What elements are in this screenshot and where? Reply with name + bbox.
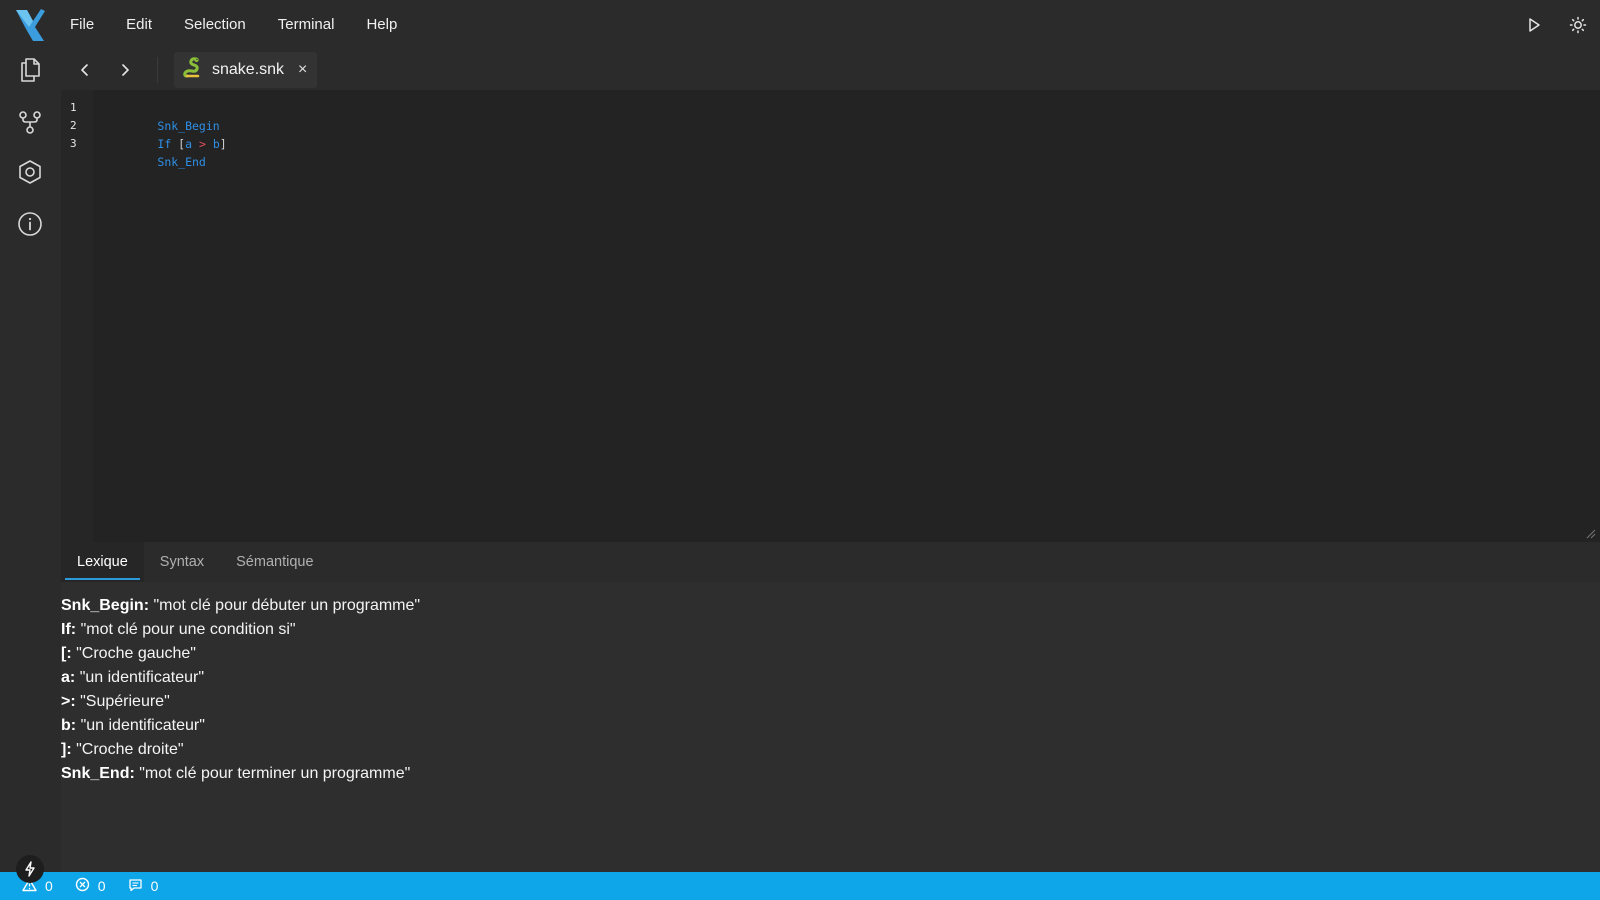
line-number: 1 xyxy=(70,101,77,114)
lexeme-description: "mot clé pour une condition si" xyxy=(80,621,296,638)
errors-count: 0 xyxy=(97,878,106,894)
top-actions xyxy=(1512,0,1600,50)
menu-edit[interactable]: Edit xyxy=(110,0,168,50)
tab-syntax[interactable]: Syntax xyxy=(144,542,220,582)
menu-terminal[interactable]: Terminal xyxy=(262,0,351,50)
lexeme-description: "mot clé pour débuter un programme" xyxy=(153,597,421,614)
lexeme-token: Snk_End: xyxy=(61,765,135,782)
menu-help[interactable]: Help xyxy=(350,0,413,50)
files-icon[interactable] xyxy=(0,50,60,90)
resize-handle[interactable] xyxy=(1584,526,1596,539)
errors-status[interactable]: 0 xyxy=(75,877,106,895)
token-keyword: If xyxy=(157,137,172,151)
tab-label: snake.snk xyxy=(212,61,285,78)
list-item: [: "Croche gauche" xyxy=(61,642,1600,666)
activity-bar xyxy=(0,50,60,872)
messages-status[interactable]: 0 xyxy=(128,878,159,895)
snake-icon xyxy=(182,56,204,84)
output-panel-tabs: Lexique Syntax Sémantique xyxy=(61,542,1600,582)
sun-icon[interactable] xyxy=(1556,0,1600,50)
list-item: a: "un identificateur" xyxy=(61,666,1600,690)
chevron-right-icon[interactable] xyxy=(105,50,145,90)
close-icon[interactable]: × xyxy=(298,61,307,79)
lexeme-description: "mot clé pour terminer un programme" xyxy=(139,765,411,782)
editor-tab-bar: snake.snk × xyxy=(61,50,1600,90)
info-icon[interactable] xyxy=(0,204,60,244)
token-identifier: a xyxy=(185,137,193,151)
token-identifier: b xyxy=(212,137,220,151)
lexeme-description: "Supérieure" xyxy=(80,693,170,710)
messages-count: 0 xyxy=(150,878,159,894)
lexeme-token: [: xyxy=(61,645,72,662)
git-branch-icon[interactable] xyxy=(0,102,60,142)
lexeme-description: "Croche droite" xyxy=(76,741,184,758)
bolt-icon[interactable] xyxy=(16,855,44,883)
token-operator: > xyxy=(192,137,213,151)
lexeme-token: ]: xyxy=(61,741,72,758)
tab-divider xyxy=(157,57,158,83)
play-icon[interactable] xyxy=(1512,0,1556,50)
token-keyword: Snk_End xyxy=(157,155,206,169)
menu-selection[interactable]: Selection xyxy=(168,0,262,50)
list-item: b: "un identificateur" xyxy=(61,714,1600,738)
menu-bar: File Edit Selection Terminal Help xyxy=(0,0,1600,50)
message-icon xyxy=(128,878,143,895)
list-item: Snk_Begin: "mot clé pour débuter un prog… xyxy=(61,594,1600,618)
lexeme-token: b: xyxy=(61,717,77,734)
token-bracket: [ xyxy=(171,137,186,151)
code-line: Snk_End xyxy=(102,135,1600,169)
code-line: If [a > b] xyxy=(102,117,1600,151)
brand-x-icon xyxy=(0,0,60,50)
list-item: ]: "Croche droite" xyxy=(61,738,1600,762)
error-icon xyxy=(75,877,90,895)
ide-window: File Edit Selection Terminal Help snake.… xyxy=(0,0,1600,900)
warnings-count: 0 xyxy=(45,878,53,894)
lexeme-token: a: xyxy=(61,669,76,686)
tab-snake-snk[interactable]: snake.snk × xyxy=(174,52,318,88)
menu-file[interactable]: File xyxy=(60,0,110,50)
code-area[interactable]: Snk_Begin If [a > b] Snk_End xyxy=(93,90,1600,542)
hexagon-icon[interactable] xyxy=(0,152,60,192)
list-item: >: "Supérieure" xyxy=(61,690,1600,714)
code-line: Snk_Begin xyxy=(102,99,1600,133)
status-bar: 0 0 0 xyxy=(0,872,1600,900)
lexeme-description: "un identificateur" xyxy=(79,669,205,686)
list-item: If: "mot clé pour une condition si" xyxy=(61,618,1600,642)
lexeme-description: "un identificateur" xyxy=(80,717,205,734)
tab-lexique[interactable]: Lexique xyxy=(61,542,144,582)
token-keyword: Snk_Begin xyxy=(157,119,220,133)
line-number-gutter: 1 2 3 xyxy=(61,90,93,542)
lexique-output: Snk_Begin: "mot clé pour débuter un prog… xyxy=(61,582,1600,872)
chevron-left-icon[interactable] xyxy=(65,50,105,90)
line-number: 2 xyxy=(70,119,77,132)
list-item: Snk_End: "mot clé pour terminer un progr… xyxy=(61,762,1600,786)
tab-semantique[interactable]: Sémantique xyxy=(220,542,329,582)
lexeme-token: Snk_Begin: xyxy=(61,597,150,614)
main-menu: File Edit Selection Terminal Help xyxy=(60,0,413,50)
code-editor[interactable]: 1 2 3 Snk_Begin If [a > b] Snk_End xyxy=(61,90,1600,542)
token-bracket: ] xyxy=(219,137,227,151)
lexeme-token: >: xyxy=(61,693,76,710)
lexeme-description: "Croche gauche" xyxy=(76,645,196,662)
lexeme-token: If: xyxy=(61,621,77,638)
line-number: 3 xyxy=(70,137,77,150)
